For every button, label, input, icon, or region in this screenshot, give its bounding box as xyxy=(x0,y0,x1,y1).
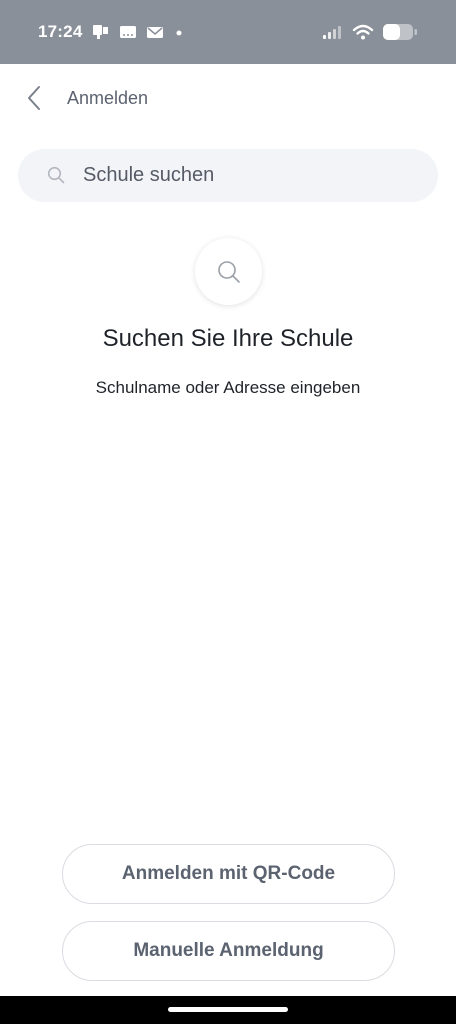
search-icon xyxy=(47,166,65,184)
mail-icon xyxy=(147,27,163,38)
search-icon xyxy=(217,260,240,283)
empty-state-title: Suchen Sie Ihre Schule xyxy=(102,325,354,352)
status-right-icons xyxy=(322,23,418,41)
manual-login-button[interactable]: Manuelle Anmeldung xyxy=(62,921,395,981)
dot-icon xyxy=(176,30,182,36)
signal-icon xyxy=(323,26,341,39)
search-bar[interactable] xyxy=(18,149,438,202)
status-left-icons xyxy=(92,24,185,40)
status-time: 17:24 xyxy=(38,22,83,41)
message-icon xyxy=(120,26,136,38)
back-button[interactable] xyxy=(18,82,50,114)
wifi-icon xyxy=(352,24,374,40)
battery-icon xyxy=(383,24,417,40)
status-bar: 17:24 xyxy=(0,0,456,64)
search-input[interactable] xyxy=(66,149,426,202)
notification-icon xyxy=(93,25,108,39)
header: Anmelden xyxy=(0,64,456,132)
empty-state-icon-circle xyxy=(195,238,262,305)
home-indicator[interactable] xyxy=(168,1007,288,1012)
empty-state-subtitle: Schulname oder Adresse eingeben xyxy=(95,378,361,397)
bottom-bar xyxy=(0,996,456,1024)
qr-login-button[interactable]: Anmelden mit QR-Code xyxy=(62,844,395,904)
page-title: Anmelden xyxy=(67,88,149,108)
chevron-left-icon xyxy=(28,86,40,110)
